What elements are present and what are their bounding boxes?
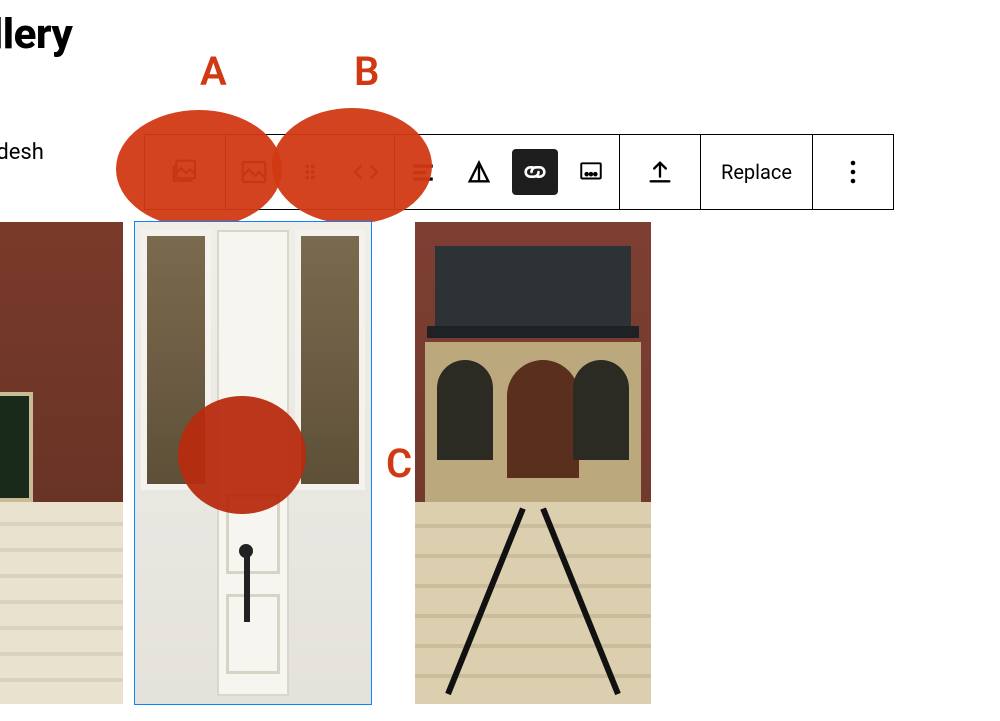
replace-label: Replace [721, 160, 792, 184]
annotation-letter-b: B [354, 48, 379, 95]
change-alignment-icon [465, 158, 493, 186]
image-detail [239, 544, 253, 558]
align-icon [410, 159, 436, 185]
image-detail [244, 552, 250, 622]
toolbar-group-parent [144, 134, 226, 210]
gallery-image[interactable] [415, 222, 651, 704]
image-detail [435, 246, 631, 326]
image-detail [135, 222, 371, 704]
move-button[interactable] [338, 135, 394, 209]
link-icon [512, 149, 558, 195]
subtitle-text: en slidesh [0, 140, 44, 165]
gallery-block-button[interactable] [145, 135, 225, 209]
image-detail [437, 360, 493, 460]
toolbar-group-more [812, 134, 894, 210]
more-options-icon [849, 159, 857, 185]
change-alignment-button[interactable] [451, 135, 507, 209]
replace-button[interactable]: Replace [701, 135, 812, 209]
image-detail [573, 360, 629, 460]
caption-button[interactable] [563, 135, 619, 209]
more-options-button[interactable] [813, 135, 893, 209]
block-toolbar: Replace [144, 134, 894, 210]
gallery-image[interactable] [0, 222, 123, 704]
image-detail [226, 494, 280, 574]
image-detail [295, 230, 365, 490]
toolbar-group-upload [619, 134, 701, 210]
image-detail [217, 230, 289, 696]
image-detail [425, 342, 641, 511]
page-title: allery [0, 10, 72, 59]
annotation-letter-c: C [386, 440, 412, 487]
upload-icon [646, 158, 674, 186]
toolbar-group-replace: Replace [700, 134, 813, 210]
upload-button[interactable] [620, 135, 700, 209]
image-detail [507, 360, 579, 478]
caption-icon [578, 159, 604, 185]
image-icon [239, 157, 269, 187]
image-detail [415, 502, 651, 704]
toolbar-group-format [394, 134, 620, 210]
align-button[interactable] [395, 135, 451, 209]
link-button[interactable] [507, 135, 563, 209]
image-detail [141, 230, 211, 490]
toolbar-group-block [225, 134, 395, 210]
move-arrows-icon [351, 160, 381, 184]
drag-handle-icon [299, 161, 321, 183]
gallery-icon [170, 157, 200, 187]
image-block-button[interactable] [226, 135, 282, 209]
image-detail [226, 594, 280, 674]
drag-handle-button[interactable] [282, 135, 338, 209]
image-detail [0, 392, 33, 502]
annotation-letter-a: A [200, 48, 227, 95]
gallery-image-selected[interactable] [135, 222, 371, 704]
image-detail [0, 502, 123, 704]
